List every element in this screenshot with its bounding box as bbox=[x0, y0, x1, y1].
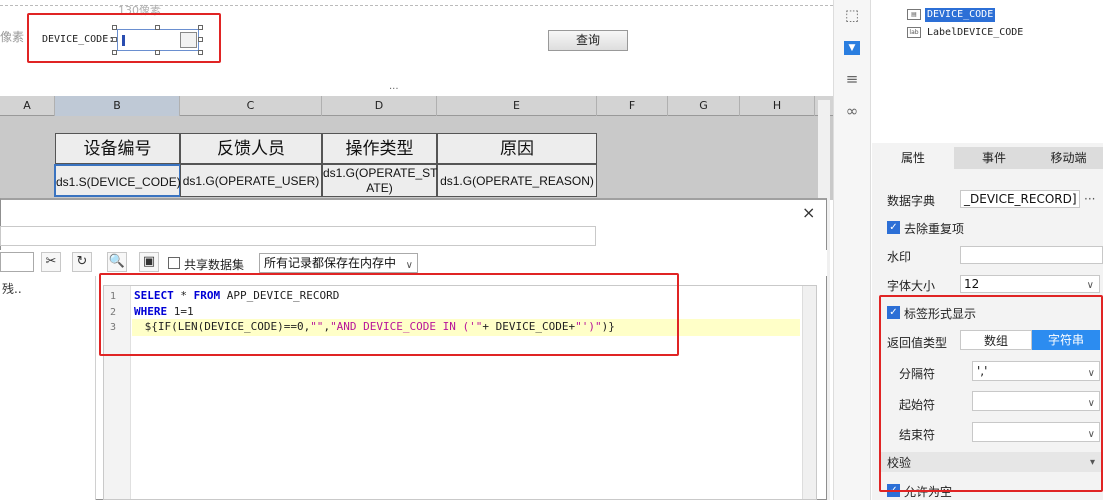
column-header-bar: A B C D E F G H bbox=[0, 96, 833, 116]
header-cell-reason[interactable]: 原因 bbox=[437, 133, 597, 164]
close-icon[interactable]: × bbox=[802, 203, 815, 222]
dropdown-widget-icon[interactable]: ▼ bbox=[844, 41, 860, 55]
chevron-down-icon: ∨ bbox=[1086, 280, 1094, 291]
share-dataset-label: 共享数据集 bbox=[184, 258, 245, 272]
link-icon[interactable]: ∞ bbox=[842, 101, 862, 121]
save-icon[interactable]: ▣ bbox=[139, 252, 159, 272]
data-cell-operate-user[interactable]: ds1.G(OPERATE_USER) bbox=[180, 164, 322, 197]
remove-dup-label: 去除重复项 bbox=[904, 222, 965, 236]
column-header-b[interactable]: B bbox=[55, 96, 180, 116]
data-dict-label: 数据字典 bbox=[887, 194, 936, 208]
font-size-select[interactable]: 12 ∨ bbox=[960, 275, 1100, 293]
memory-mode-select[interactable]: 所有记录都保存在内存中 ∨ bbox=[259, 253, 418, 273]
column-header-d[interactable]: D bbox=[322, 96, 437, 116]
watermark-input[interactable] bbox=[960, 246, 1103, 264]
column-header-g[interactable]: G bbox=[668, 96, 740, 116]
dropdown-widget-icon: ▤ bbox=[907, 9, 921, 20]
column-header-e[interactable]: E bbox=[437, 96, 597, 116]
column-header-a[interactable]: A bbox=[0, 96, 55, 116]
tree-item-device-code[interactable]: DEVICE_CODE bbox=[925, 8, 995, 22]
font-size-label: 字体大小 bbox=[887, 279, 936, 293]
frame-icon[interactable]: ⬚ bbox=[842, 5, 862, 25]
dataset-name-input[interactable] bbox=[0, 226, 596, 246]
query-button[interactable]: 查询 bbox=[548, 30, 628, 51]
tab-events[interactable]: 事件 bbox=[954, 147, 1034, 169]
highlight-box-properties bbox=[879, 295, 1103, 492]
layers-icon[interactable]: ≡ bbox=[842, 69, 862, 89]
tab-properties[interactable]: 属性 bbox=[872, 147, 954, 169]
datasource-select[interactable] bbox=[0, 252, 34, 272]
tab-mobile[interactable]: 移动端 bbox=[1034, 147, 1103, 169]
column-header-c[interactable]: C bbox=[180, 96, 322, 116]
table-list-item[interactable]: 残.. bbox=[2, 280, 22, 297]
preview-icon[interactable]: 🔍 bbox=[107, 252, 127, 272]
data-cell-device-code[interactable]: ds1.S(DEVICE_CODE) bbox=[54, 164, 181, 197]
tools-icon[interactable]: ✂ bbox=[41, 252, 61, 272]
data-cell-operate-state[interactable]: ds1.G(OPERATE_ST ATE) bbox=[322, 164, 437, 197]
memory-mode-value: 所有记录都保存在内存中 bbox=[264, 256, 397, 270]
header-cell-operate-type[interactable]: 操作类型 bbox=[322, 133, 437, 164]
label-widget-icon: lab bbox=[907, 27, 921, 38]
data-cell-operate-reason[interactable]: ds1.G(OPERATE_REASON) bbox=[437, 164, 597, 197]
tree-item-label-device-code[interactable]: LabelDEVICE_CODE bbox=[927, 27, 1023, 38]
remove-dup-checkbox[interactable]: ✓ bbox=[887, 221, 900, 234]
table-list-pane[interactable] bbox=[0, 276, 96, 500]
highlight-box-sql bbox=[99, 273, 679, 356]
header-cell-device-code[interactable]: 设备编号 bbox=[55, 133, 180, 164]
header-cell-operate-user[interactable]: 反馈人员 bbox=[180, 133, 322, 164]
editor-scrollbar[interactable] bbox=[802, 286, 816, 499]
collapse-handle[interactable]: ... bbox=[389, 81, 399, 92]
font-size-value: 12 bbox=[964, 277, 980, 291]
refresh-icon[interactable]: ↻ bbox=[72, 252, 92, 272]
highlight-box-param bbox=[27, 13, 221, 63]
column-header-h[interactable]: H bbox=[740, 96, 815, 116]
watermark-label: 水印 bbox=[887, 250, 912, 264]
data-dict-field[interactable]: _DEVICE_RECORD] bbox=[960, 190, 1080, 208]
column-header-f[interactable]: F bbox=[597, 96, 668, 116]
share-dataset-checkbox[interactable] bbox=[168, 257, 180, 269]
width-label: 像素 bbox=[0, 30, 25, 44]
data-dict-edit-button[interactable]: ··· bbox=[1084, 192, 1095, 206]
